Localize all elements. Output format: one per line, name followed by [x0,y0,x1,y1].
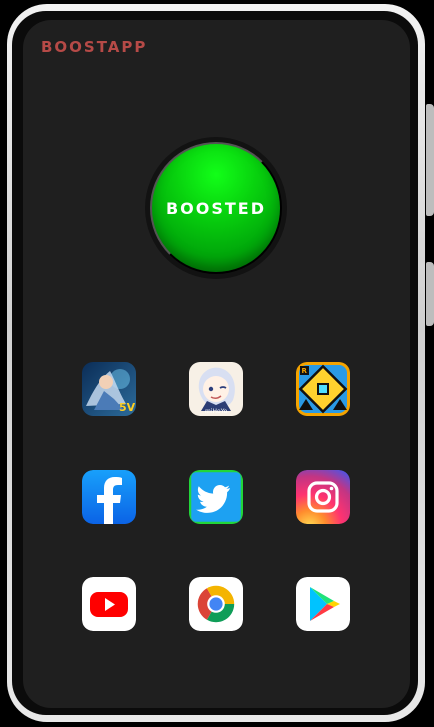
instagram-icon [296,470,350,524]
svg-text:miHoYo: miHoYo [205,408,228,415]
geometry-dash-icon: R [296,362,350,416]
svg-text:5V5: 5V5 [119,401,136,414]
mobile-legends-app[interactable]: 5V5 [82,362,136,416]
facebook-app[interactable] [82,470,136,524]
app-brand: BOOSTAPP [41,38,148,56]
facebook-icon [82,470,136,524]
volume-button[interactable] [426,262,434,326]
phone-screen: BOOSTAPP BOOSTED 5V5 miHoY [23,20,410,708]
geometry-dash-app[interactable]: R [296,362,350,416]
twitter-app[interactable] [189,470,243,524]
instagram-app[interactable] [296,470,350,524]
svg-text:R: R [302,367,308,375]
youtube-app[interactable] [82,577,136,631]
boost-button[interactable]: BOOSTED [150,142,282,274]
genshin-character-icon: miHoYo [189,362,243,416]
chrome-app[interactable] [189,577,243,631]
power-button[interactable] [426,104,434,216]
play-store-icon [296,577,350,631]
mobile-legends-icon: 5V5 [82,362,136,416]
genshin-app[interactable]: miHoYo [189,362,243,416]
twitter-icon [189,470,243,524]
chrome-icon [189,577,243,631]
play-store-app[interactable] [296,577,350,631]
youtube-icon [82,577,136,631]
